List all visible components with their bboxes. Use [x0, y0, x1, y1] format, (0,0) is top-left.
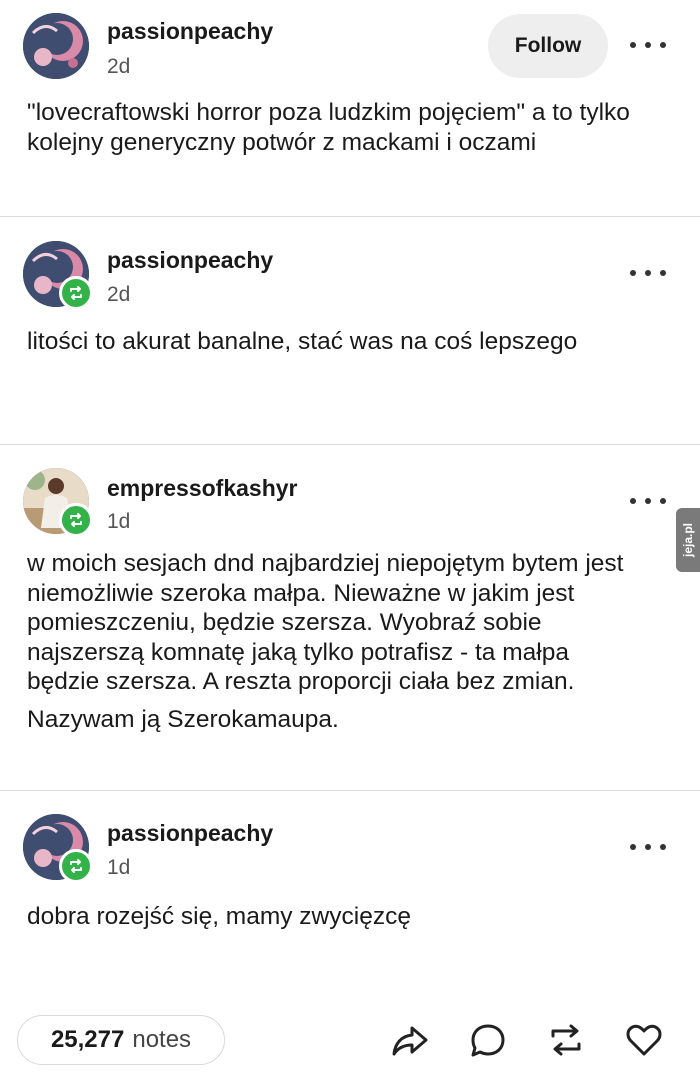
- reblog-icon[interactable]: [546, 1020, 586, 1060]
- divider: [0, 790, 700, 791]
- post-username[interactable]: passionpeachy: [107, 18, 273, 45]
- post-paragraph: w moich sesjach dnd najbardziej niepojęt…: [27, 550, 624, 695]
- post-paragraph: "lovecraftowski horror poza ludzkim poję…: [27, 99, 630, 156]
- notes-count: 25,277: [50, 1026, 125, 1053]
- more-icon[interactable]: [630, 837, 666, 857]
- notes-label: notes: [132, 1026, 192, 1053]
- post-username[interactable]: empressofkashyr: [107, 475, 298, 502]
- like-icon[interactable]: [624, 1020, 664, 1060]
- avatar-image: [23, 13, 89, 79]
- watermark-text: jeja.pl: [681, 522, 695, 557]
- avatar[interactable]: [23, 13, 89, 79]
- follow-button[interactable]: Follow: [488, 14, 608, 78]
- reply-icon[interactable]: [468, 1020, 508, 1060]
- post-paragraph: litości to akurat banalne, stać was na c…: [27, 328, 578, 355]
- more-icon[interactable]: [630, 35, 666, 55]
- post-username[interactable]: passionpeachy: [107, 247, 273, 274]
- post-body: litości to akurat banalne, stać was na c…: [27, 327, 647, 357]
- reblog-icon: [59, 276, 93, 310]
- more-icon[interactable]: [630, 263, 666, 283]
- reblog-icon: [59, 503, 93, 537]
- post-body: w moich sesjach dnd najbardziej niepojęt…: [27, 549, 627, 734]
- post-time[interactable]: 1d: [107, 856, 130, 880]
- post-paragraph: Nazywam ją Szerokamaupa.: [27, 705, 339, 733]
- post-body: "lovecraftowski horror poza ludzkim poję…: [27, 98, 647, 157]
- reblog-icon: [59, 849, 93, 883]
- notes-button[interactable]: 25,277 notes: [17, 1015, 225, 1065]
- divider: [0, 444, 700, 445]
- post-username[interactable]: passionpeachy: [107, 820, 273, 847]
- watermark-logo: jeja.pl: [676, 508, 700, 572]
- post-time[interactable]: 1d: [107, 510, 130, 534]
- divider: [0, 216, 700, 217]
- post-time[interactable]: 2d: [107, 283, 130, 307]
- post-paragraph: dobra rozejść się, mamy zwycięzcę: [27, 903, 411, 930]
- share-icon[interactable]: [390, 1020, 430, 1060]
- post-body: dobra rozejść się, mamy zwycięzcę: [27, 902, 647, 932]
- more-icon[interactable]: [630, 491, 666, 511]
- post-time[interactable]: 2d: [107, 55, 130, 79]
